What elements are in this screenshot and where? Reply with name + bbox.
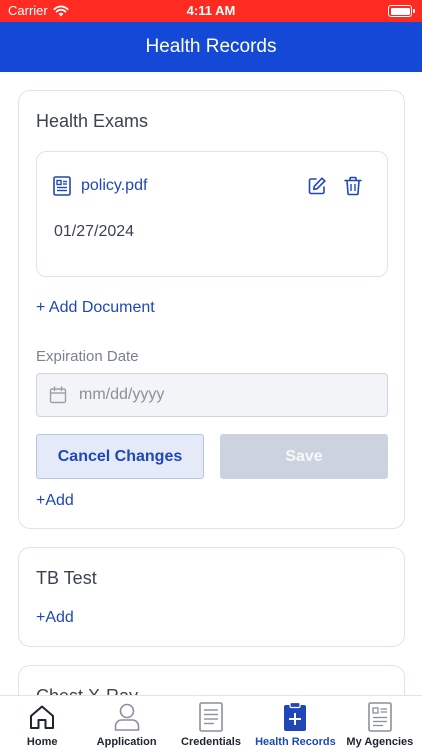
document-card: policy.pdf 01/27/2024 [36, 151, 388, 277]
tb-test-card: TB Test +Add [18, 547, 405, 647]
health-exams-title: Health Exams [36, 111, 149, 131]
add-health-exam-link[interactable]: +Add [36, 492, 74, 510]
expiration-date-label: Expiration Date [36, 348, 139, 365]
tab-credentials-label: Credentials [181, 736, 241, 748]
tab-my-agencies-label: My Agencies [346, 736, 414, 748]
page-header: Health Records [0, 22, 422, 72]
edit-icon[interactable] [307, 176, 327, 196]
document-actions [307, 176, 363, 196]
person-icon [112, 702, 142, 732]
tab-bar: Home Application Credentials Health Reco… [0, 695, 422, 750]
tab-health-records-label: Health Records [255, 736, 336, 748]
calendar-icon [49, 386, 67, 404]
page-title: Health Records [145, 36, 277, 57]
home-icon [27, 702, 57, 732]
expiration-date-field[interactable] [36, 373, 388, 417]
chest-xray-card: Chest X-Ray [18, 665, 405, 695]
file-icon [53, 176, 71, 196]
tab-home[interactable]: Home [0, 696, 84, 750]
status-time: 4:11 AM [186, 3, 236, 18]
expiration-date-input[interactable] [79, 386, 359, 404]
health-exams-card: Health Exams policy.pdf 01/27/2024 + Add… [18, 90, 405, 529]
cancel-changes-button[interactable]: Cancel Changes [36, 434, 204, 479]
battery-icon [388, 5, 415, 17]
save-button[interactable]: Save [220, 434, 388, 479]
clipboard-plus-icon [280, 702, 310, 732]
document-date: 01/27/2024 [54, 223, 135, 240]
tb-test-title: TB Test [36, 568, 97, 588]
document-name[interactable]: policy.pdf [81, 177, 147, 195]
status-bar: Carrier 4:11 AM [0, 0, 422, 22]
add-tb-test-link[interactable]: +Add [36, 609, 74, 627]
tab-home-label: Home [26, 736, 58, 748]
document-icon [196, 702, 226, 732]
tab-credentials[interactable]: Credentials [169, 696, 253, 750]
tab-application[interactable]: Application [84, 696, 168, 750]
add-document-link[interactable]: + Add Document [36, 299, 155, 317]
tab-application-label: Application [96, 736, 157, 748]
document-link[interactable]: policy.pdf [53, 176, 147, 196]
tab-health-records[interactable]: Health Records [253, 696, 337, 750]
main-content[interactable]: Health Exams policy.pdf 01/27/2024 + Add… [0, 72, 422, 695]
trash-icon[interactable] [343, 176, 363, 196]
tab-my-agencies[interactable]: My Agencies [338, 696, 422, 750]
agency-doc-icon [365, 702, 395, 732]
chest-xray-title: Chest X-Ray [36, 686, 138, 695]
